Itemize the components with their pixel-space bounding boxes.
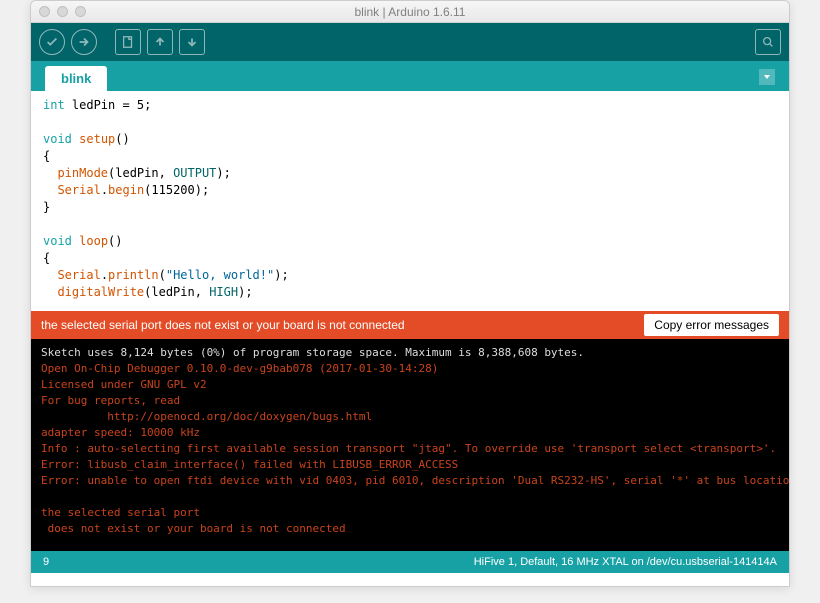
tab-bar: blink: [31, 61, 789, 91]
console-line: Info : auto-selecting first available se…: [41, 442, 776, 455]
toolbar: [31, 23, 789, 61]
code-token: Serial: [57, 268, 100, 282]
code-token: }: [43, 200, 50, 214]
code-token: {: [43, 251, 50, 265]
serial-monitor-button[interactable]: [755, 29, 781, 55]
code-token: (ledPin,: [144, 285, 209, 299]
status-bar: 9 HiFive 1, Default, 16 MHz XTAL on /dev…: [31, 551, 789, 573]
code-token: (: [159, 268, 166, 282]
console-line: Error: libusb_claim_interface() failed w…: [41, 458, 458, 471]
error-message: the selected serial port does not exist …: [41, 318, 405, 332]
open-button[interactable]: [147, 29, 173, 55]
arduino-window: blink | Arduino 1.6.11 blink int ledPin …: [30, 0, 790, 587]
code-token: .: [101, 268, 108, 282]
tab-menu-button[interactable]: [759, 69, 775, 85]
code-token: (ledPin,: [108, 166, 173, 180]
console-line: adapter speed: 10000 kHz: [41, 426, 200, 439]
tab-blink[interactable]: blink: [45, 66, 107, 91]
code-token: [43, 166, 57, 180]
code-token: (): [108, 234, 122, 248]
copy-error-button[interactable]: Copy error messages: [644, 314, 779, 336]
console-line: http://openocd.org/doc/doxygen/bugs.html: [41, 410, 372, 423]
code-token: int: [43, 98, 65, 112]
code-token: void: [43, 234, 72, 248]
close-window-button[interactable]: [39, 6, 50, 17]
code-token: OUTPUT: [173, 166, 216, 180]
code-token: .: [101, 183, 108, 197]
status-board-info: HiFive 1, Default, 16 MHz XTAL on /dev/c…: [474, 556, 777, 568]
code-token: Serial: [57, 183, 100, 197]
code-token: ledPin = 5;: [65, 98, 152, 112]
code-token: begin: [108, 183, 144, 197]
new-button[interactable]: [115, 29, 141, 55]
code-token: [43, 183, 57, 197]
code-token: println: [108, 268, 159, 282]
code-token: (): [115, 132, 129, 146]
console-line: Error: unable to open ftdi device with v…: [41, 474, 789, 487]
titlebar: blink | Arduino 1.6.11: [31, 1, 789, 23]
status-line-number: 9: [43, 556, 49, 568]
save-button[interactable]: [179, 29, 205, 55]
error-bar: the selected serial port does not exist …: [31, 311, 789, 339]
console-line: the selected serial port: [41, 506, 207, 519]
console-line: For bug reports, read: [41, 394, 180, 407]
window-controls: [39, 6, 86, 17]
console-output[interactable]: Sketch uses 8,124 bytes (0%) of program …: [31, 339, 789, 551]
console-line: does not exist or your board is not conn…: [41, 522, 346, 535]
code-token: pinMode: [57, 166, 108, 180]
verify-button[interactable]: [39, 29, 65, 55]
code-editor[interactable]: int ledPin = 5; void setup() { pinMode(l…: [31, 91, 789, 311]
window-title: blink | Arduino 1.6.11: [31, 5, 789, 19]
code-token: {: [43, 149, 50, 163]
code-token: void: [43, 132, 72, 146]
code-token: );: [238, 285, 252, 299]
code-token: loop: [79, 234, 108, 248]
minimize-window-button[interactable]: [57, 6, 68, 17]
console-line: Sketch uses 8,124 bytes (0%) of program …: [41, 346, 584, 359]
upload-button[interactable]: [71, 29, 97, 55]
code-token: "Hello, world!": [166, 268, 274, 282]
code-token: digitalWrite: [57, 285, 144, 299]
code-token: [43, 268, 57, 282]
code-token: [43, 285, 57, 299]
console-line: Open On-Chip Debugger 0.10.0-dev-g9bab07…: [41, 362, 438, 375]
zoom-window-button[interactable]: [75, 6, 86, 17]
code-token: setup: [79, 132, 115, 146]
console-line: Licensed under GNU GPL v2: [41, 378, 207, 391]
code-token: HIGH: [209, 285, 238, 299]
code-token: (115200);: [144, 183, 209, 197]
code-token: );: [216, 166, 230, 180]
code-token: );: [274, 268, 288, 282]
